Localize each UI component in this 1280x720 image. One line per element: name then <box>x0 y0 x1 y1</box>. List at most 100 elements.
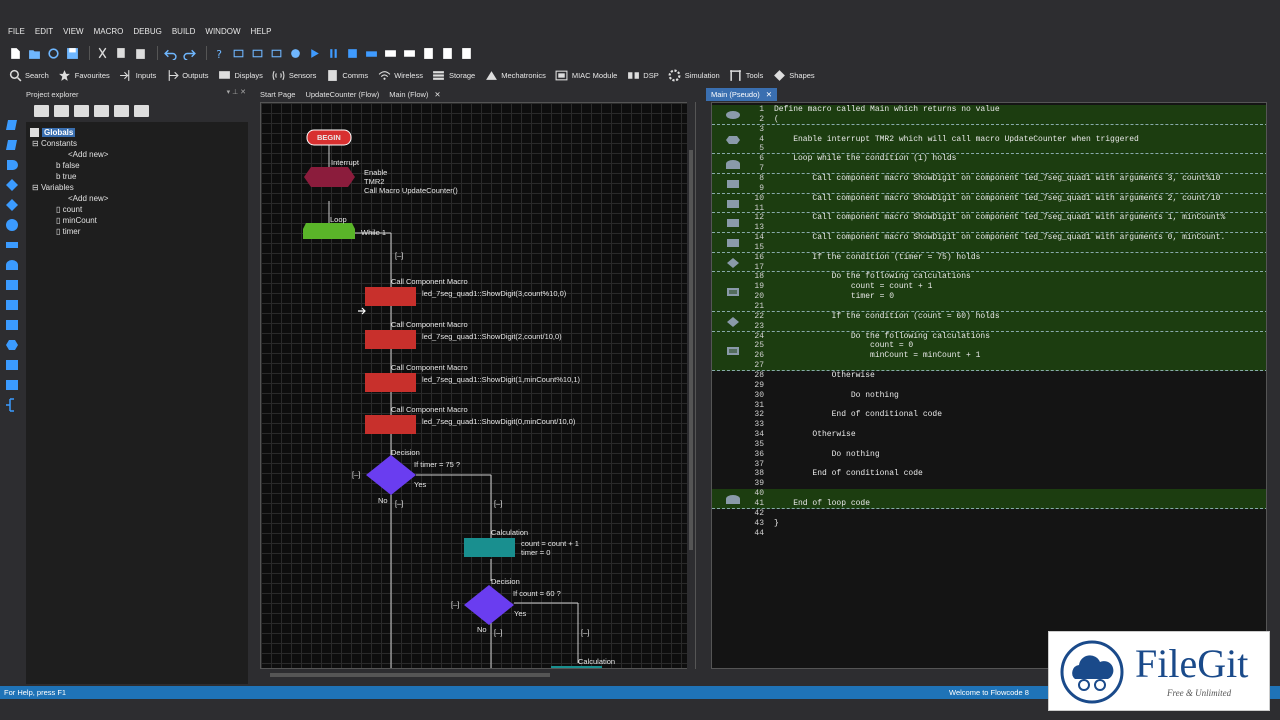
line-number: 18 <box>754 272 764 282</box>
category-shapes[interactable]: Shapes <box>772 68 815 82</box>
category-miac[interactable]: MIAC Module <box>555 68 617 82</box>
help-icon[interactable]: ? <box>212 46 227 61</box>
pseudocode-view[interactable]: 1 Define macro called Main which returns … <box>711 102 1267 669</box>
open-file-icon[interactable] <box>27 46 42 61</box>
tab-main-pseudo[interactable]: Main (Pseudo) ✕ <box>706 88 778 101</box>
close-tab-icon[interactable]: ✕ <box>434 90 440 99</box>
tree-view-icon[interactable] <box>34 105 49 117</box>
menu-help[interactable]: HELP <box>251 27 272 36</box>
panel-3-icon[interactable] <box>459 46 474 61</box>
component-macro-command-icon[interactable] <box>5 298 19 312</box>
category-simulation[interactable]: Simulation <box>668 68 720 82</box>
chip-2-icon[interactable] <box>402 46 417 61</box>
ev-view-icon[interactable] <box>134 105 149 117</box>
menu-macro[interactable]: MACRO <box>94 27 124 36</box>
list-view-icon[interactable] <box>54 105 69 117</box>
delay-command-icon[interactable] <box>5 158 19 172</box>
redo-icon[interactable] <box>182 46 197 61</box>
flow-horizontal-scrollbar[interactable] <box>260 671 696 679</box>
variables-view-icon[interactable] <box>74 105 89 117</box>
paste-icon[interactable] <box>133 46 148 61</box>
category-inputs[interactable]: Inputs <box>119 68 156 82</box>
input-command-icon[interactable] <box>5 118 19 132</box>
output-command-icon[interactable] <box>5 138 19 152</box>
pseudo-vertical-scrollbar[interactable] <box>1269 102 1277 669</box>
flowchart-canvas[interactable]: BEGIN Interrupt Enable TMR2 Call Macro U… <box>260 102 696 669</box>
tab-main-flow[interactable]: Main (Flow) ✕ <box>384 88 445 101</box>
tree-item-true[interactable]: b true <box>56 172 76 181</box>
goto-command-icon[interactable] <box>5 238 19 252</box>
category-dsp[interactable]: DSP <box>626 68 659 82</box>
category-comms[interactable]: Comms <box>325 68 368 82</box>
connection-command-icon[interactable] <box>5 218 19 232</box>
category-favourites[interactable]: Favourites <box>58 68 110 82</box>
line-text: End of loop code <box>774 499 871 508</box>
step-icon[interactable] <box>364 46 379 61</box>
undo-icon[interactable] <box>163 46 178 61</box>
category-tools[interactable]: Tools <box>729 68 763 82</box>
panel-icon[interactable] <box>421 46 436 61</box>
tree-item-false[interactable]: b false <box>56 161 80 170</box>
category-displays[interactable]: Displays <box>217 68 263 82</box>
menu-view[interactable]: VIEW <box>63 27 83 36</box>
category-search[interactable]: Search <box>8 68 49 82</box>
tab-updatecounter-flow[interactable]: UpdateCounter (Flow) <box>300 88 384 101</box>
menu-build[interactable]: BUILD <box>172 27 196 36</box>
pause-icon[interactable] <box>326 46 341 61</box>
pseudo-line: 32 End of conditional code <box>712 410 1266 420</box>
category-outputs[interactable]: Outputs <box>165 68 208 82</box>
component-3-icon[interactable] <box>269 46 284 61</box>
save-icon[interactable] <box>65 46 80 61</box>
category-sensors[interactable]: Sensors <box>272 68 316 82</box>
tree-item-constants[interactable]: ⊟ Constants <box>32 139 77 148</box>
calculation-command-icon[interactable] <box>5 358 19 372</box>
collapse-toggle[interactable]: [–] <box>395 251 403 260</box>
tab-start-page[interactable]: Start Page <box>255 88 300 101</box>
menu-file[interactable]: FILE <box>8 27 25 36</box>
panel-2-icon[interactable] <box>440 46 455 61</box>
menu-debug[interactable]: DEBUG <box>133 27 161 36</box>
decision-command-icon[interactable] <box>5 178 19 192</box>
tree-item-mincount[interactable]: ▯ minCount <box>56 216 97 225</box>
new-file-icon[interactable] <box>8 46 23 61</box>
switch-command-icon[interactable] <box>5 198 19 212</box>
chip-icon[interactable] <box>383 46 398 61</box>
collapse-toggle[interactable]: [–] <box>395 499 403 508</box>
cut-icon[interactable] <box>95 46 110 61</box>
collapse-toggle[interactable]: [–] <box>581 628 589 637</box>
code-command-icon[interactable] <box>5 378 19 392</box>
tree-item-variables[interactable]: ⊟ Variables <box>32 183 74 192</box>
panel-controls[interactable]: ▾ ⊥ ✕ <box>227 88 246 96</box>
collapse-toggle[interactable]: [–] <box>451 600 459 609</box>
collapse-toggle[interactable]: [–] <box>494 628 502 637</box>
category-wireless[interactable]: Wireless <box>377 68 423 82</box>
flow-vertical-scrollbar[interactable] <box>687 102 695 669</box>
tree-item-globals[interactable]: Globals <box>30 128 76 138</box>
tree-item-add-variable[interactable]: <Add new> <box>68 194 108 203</box>
line-number: 17 <box>754 262 764 272</box>
collapse-toggle[interactable]: [–] <box>494 499 502 508</box>
components-view-icon[interactable] <box>114 105 129 117</box>
tree-item-count[interactable]: ▯ count <box>56 205 82 214</box>
macro-command-icon[interactable] <box>5 278 19 292</box>
tree-item-add-constant[interactable]: <Add new> <box>68 150 108 159</box>
menu-edit[interactable]: EDIT <box>35 27 53 36</box>
component-icon[interactable] <box>231 46 246 61</box>
compile-icon[interactable] <box>288 46 303 61</box>
tree-item-timer[interactable]: ▯ timer <box>56 227 80 236</box>
string-command-icon[interactable] <box>5 318 19 332</box>
stop-icon[interactable] <box>345 46 360 61</box>
category-storage[interactable]: Storage <box>432 68 475 82</box>
collapse-toggle[interactable]: [–] <box>352 470 360 479</box>
close-tab-icon[interactable]: ✕ <box>766 90 772 99</box>
menu-window[interactable]: WINDOW <box>205 27 240 36</box>
loop-command-icon[interactable] <box>5 258 19 272</box>
interrupt-command-icon[interactable] <box>5 338 19 352</box>
macros-view-icon[interactable] <box>94 105 109 117</box>
refresh-icon[interactable] <box>46 46 61 61</box>
comment-command-icon[interactable] <box>5 398 19 412</box>
play-icon[interactable] <box>307 46 322 61</box>
category-mechatronics[interactable]: Mechatronics <box>484 68 546 82</box>
copy-icon[interactable] <box>114 46 129 61</box>
component-2-icon[interactable] <box>250 46 265 61</box>
